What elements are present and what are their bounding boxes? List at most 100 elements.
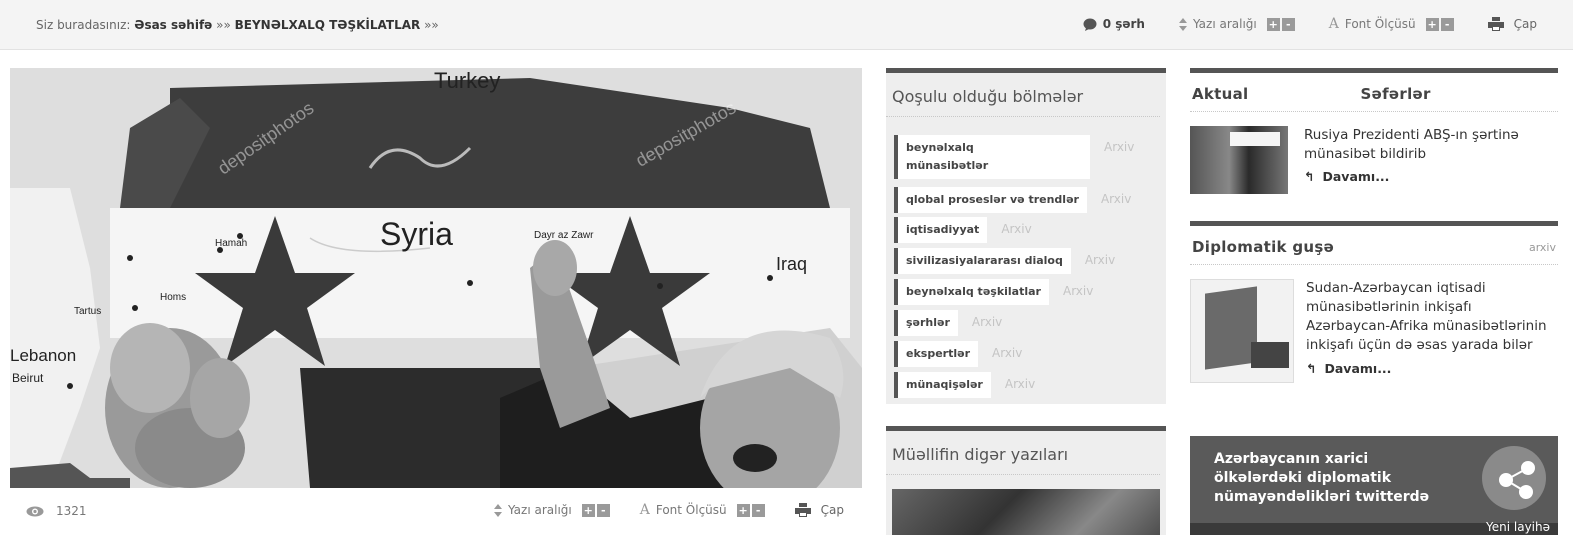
category-link[interactable]: beynəlxalq münasibətlər — [894, 135, 1090, 179]
category-link[interactable]: münaqişələr — [894, 372, 991, 398]
breadcrumb-current[interactable]: BEYNƏLXALQ TƏŞKİLATLAR — [235, 18, 421, 32]
print-label: Çap — [1513, 17, 1537, 31]
tab-aktual[interactable]: Aktual — [1192, 85, 1249, 103]
font-icon: A — [1328, 16, 1339, 32]
font-icon: A — [639, 502, 650, 518]
map-label-turkey: Turkey — [434, 68, 501, 93]
comments-count: 0 şərh — [1102, 17, 1145, 31]
map-label-tartus: Tartus — [74, 306, 102, 317]
font-size-minus-button[interactable]: - — [1440, 18, 1454, 31]
author-title: Müəllifin digər yazıları — [886, 431, 1160, 475]
article-hero-image[interactable]: Turkey Syria Iraq Lebanon Beirut Tartus … — [10, 68, 862, 488]
syria-map-illustration — [10, 68, 862, 488]
eye-icon — [26, 506, 44, 516]
categories-panel: Qoşulu olduğu bölmələr beynəlxalq münasib… — [886, 68, 1166, 404]
reply-arrow-icon: ↰ — [1306, 361, 1317, 376]
map-label-beirut: Beirut — [12, 371, 44, 385]
category-archive-link[interactable]: Arxiv — [1090, 135, 1134, 154]
map-label-syria: Syria — [380, 216, 453, 252]
breadcrumb-separator: »» — [424, 18, 439, 32]
category-item: iqtisadiyyat Arxiv — [894, 217, 1032, 243]
categories-title: Qoşulu olduğu bölmələr — [886, 73, 1160, 117]
aktual-news-item: Rusiya Prezidenti ABŞ-ın şərtinə münasib… — [1190, 112, 1558, 194]
category-item: şərhlər Arxiv — [894, 310, 1002, 336]
font-size-label: Font Ölçüsü — [655, 503, 727, 517]
banner-bottom-label: Yeni layihə — [1486, 520, 1550, 534]
category-archive-link[interactable]: Arxiv — [1087, 187, 1131, 206]
font-size-minus-button[interactable]: - — [751, 504, 765, 517]
banner-bottom-strip: Yeni layihə — [1190, 520, 1558, 535]
font-size-control: A Font Ölçüsü + - — [640, 502, 765, 518]
author-article-thumbnail[interactable] — [892, 489, 1160, 535]
line-spacing-plus-button[interactable]: + — [581, 504, 595, 517]
category-item: ekspertlər Arxiv — [894, 341, 1022, 367]
view-count: 1321 — [56, 504, 87, 518]
font-size-control: A Font Ölçüsü + - — [1329, 16, 1454, 32]
category-link[interactable]: sivilizasiyalararası dialoq — [894, 248, 1071, 274]
reply-arrow-icon: ↰ — [1304, 169, 1315, 184]
aktual-read-more[interactable]: ↰ Davamı... — [1304, 169, 1558, 184]
print-button[interactable]: Çap — [1487, 17, 1537, 31]
diplomatik-header: Diplomatik guşə arxiv — [1190, 221, 1558, 265]
category-item: sivilizasiyalararası dialoq Arxiv — [894, 248, 1115, 274]
aktual-widget: Aktual Səfərlər Rusiya Prezidenti ABŞ-ın… — [1190, 68, 1558, 194]
banner-text: Azərbaycanın xarici ölkələrdəki diplomat… — [1214, 451, 1430, 505]
print-button[interactable]: Çap — [794, 503, 844, 517]
map-label-homs: Homs — [160, 292, 187, 303]
hero-meta-bar: 1321 Yazı aralığı + - A Font Ölçüsü + - Ça… — [10, 496, 862, 526]
top-bar: Siz buradasınız: Əsas səhifə »» BEYNƏLXA… — [0, 0, 1573, 50]
category-link[interactable]: beynəlxalq təşkilatlar — [894, 279, 1049, 305]
category-link[interactable]: şərhlər — [894, 310, 958, 336]
diplomatik-title: Diplomatik guşə — [1192, 238, 1335, 256]
view-counter: 1321 — [26, 504, 87, 518]
aktual-tabs: Aktual Səfərlər — [1190, 68, 1558, 112]
book-cover-thumbnail[interactable] — [1190, 279, 1294, 383]
diplomatik-news-item: Sudan-Azərbaycan iqtisadi münasibətlərin… — [1190, 265, 1558, 383]
diplomatik-read-more[interactable]: ↰ Davamı... — [1306, 361, 1558, 376]
map-label-dayr: Dayr az Zawr — [534, 230, 594, 241]
diplomatik-widget: Diplomatik guşə arxiv Sudan-Azərbaycan i… — [1190, 221, 1558, 383]
map-label-iraq: Iraq — [776, 254, 808, 274]
category-item: beynəlxalq təşkilatlar Arxiv — [894, 279, 1093, 305]
category-item: münaqişələr Arxiv — [894, 372, 1035, 398]
breadcrumb-prefix: Siz buradasınız: — [36, 18, 131, 32]
printer-icon — [1487, 17, 1504, 31]
category-archive-link[interactable]: Arxiv — [1049, 279, 1093, 298]
line-spacing-minus-button[interactable]: - — [596, 504, 610, 517]
line-spacing-minus-button[interactable]: - — [1281, 18, 1295, 31]
map-label-lebanon: Lebanon — [10, 346, 77, 365]
printer-icon — [794, 503, 811, 517]
category-item: qlobal proseslər və trendlər Arxiv — [894, 187, 1131, 213]
category-archive-link[interactable]: Arxiv — [1071, 248, 1115, 267]
font-size-plus-button[interactable]: + — [736, 504, 750, 517]
tab-seferler[interactable]: Səfərlər — [1361, 85, 1431, 103]
comments-link[interactable]: 0 şərh — [1083, 17, 1145, 31]
share-icon — [1482, 446, 1546, 510]
author-panel: Müəllifin digər yazıları — [886, 426, 1166, 535]
category-archive-link[interactable]: Arxiv — [958, 310, 1002, 329]
article-tools: 0 şərh Yazı aralığı + - A Font Ölçüsü + - … — [1083, 16, 1537, 32]
aktual-news-title[interactable]: Rusiya Prezidenti ABŞ-ın şərtinə münasib… — [1304, 126, 1558, 164]
category-item: beynəlxalq münasibətlər Arxiv — [894, 135, 1134, 179]
category-link[interactable]: iqtisadiyyat — [894, 217, 988, 243]
breadcrumb-home[interactable]: Əsas səhifə — [134, 18, 212, 32]
line-spacing-plus-button[interactable]: + — [1266, 18, 1280, 31]
twitter-banner[interactable]: Azərbaycanın xarici ölkələrdəki diplomat… — [1190, 436, 1558, 535]
category-archive-link[interactable]: Arxiv — [991, 372, 1035, 391]
sort-arrows-icon — [493, 503, 502, 517]
category-archive-link[interactable]: Arxiv — [978, 341, 1022, 360]
diplomatik-news-title[interactable]: Sudan-Azərbaycan iqtisadi münasibətlərin… — [1306, 279, 1558, 355]
font-size-label: Font Ölçüsü — [1344, 17, 1416, 31]
category-link[interactable]: qlobal proseslər və trendlər — [894, 187, 1087, 213]
line-spacing-label: Yazı aralığı — [507, 503, 572, 517]
font-size-plus-button[interactable]: + — [1425, 18, 1439, 31]
line-spacing-control: Yazı aralığı + - — [493, 503, 610, 517]
diplomatik-archive-link[interactable]: arxiv — [1529, 241, 1556, 254]
comment-icon — [1083, 18, 1097, 31]
breadcrumb-separator: »» — [216, 18, 231, 32]
category-link[interactable]: ekspertlər — [894, 341, 978, 367]
sort-arrows-icon — [1178, 17, 1187, 31]
aktual-news-thumbnail[interactable] — [1190, 126, 1288, 194]
line-spacing-label: Yazı aralığı — [1192, 17, 1257, 31]
category-archive-link[interactable]: Arxiv — [987, 217, 1031, 236]
